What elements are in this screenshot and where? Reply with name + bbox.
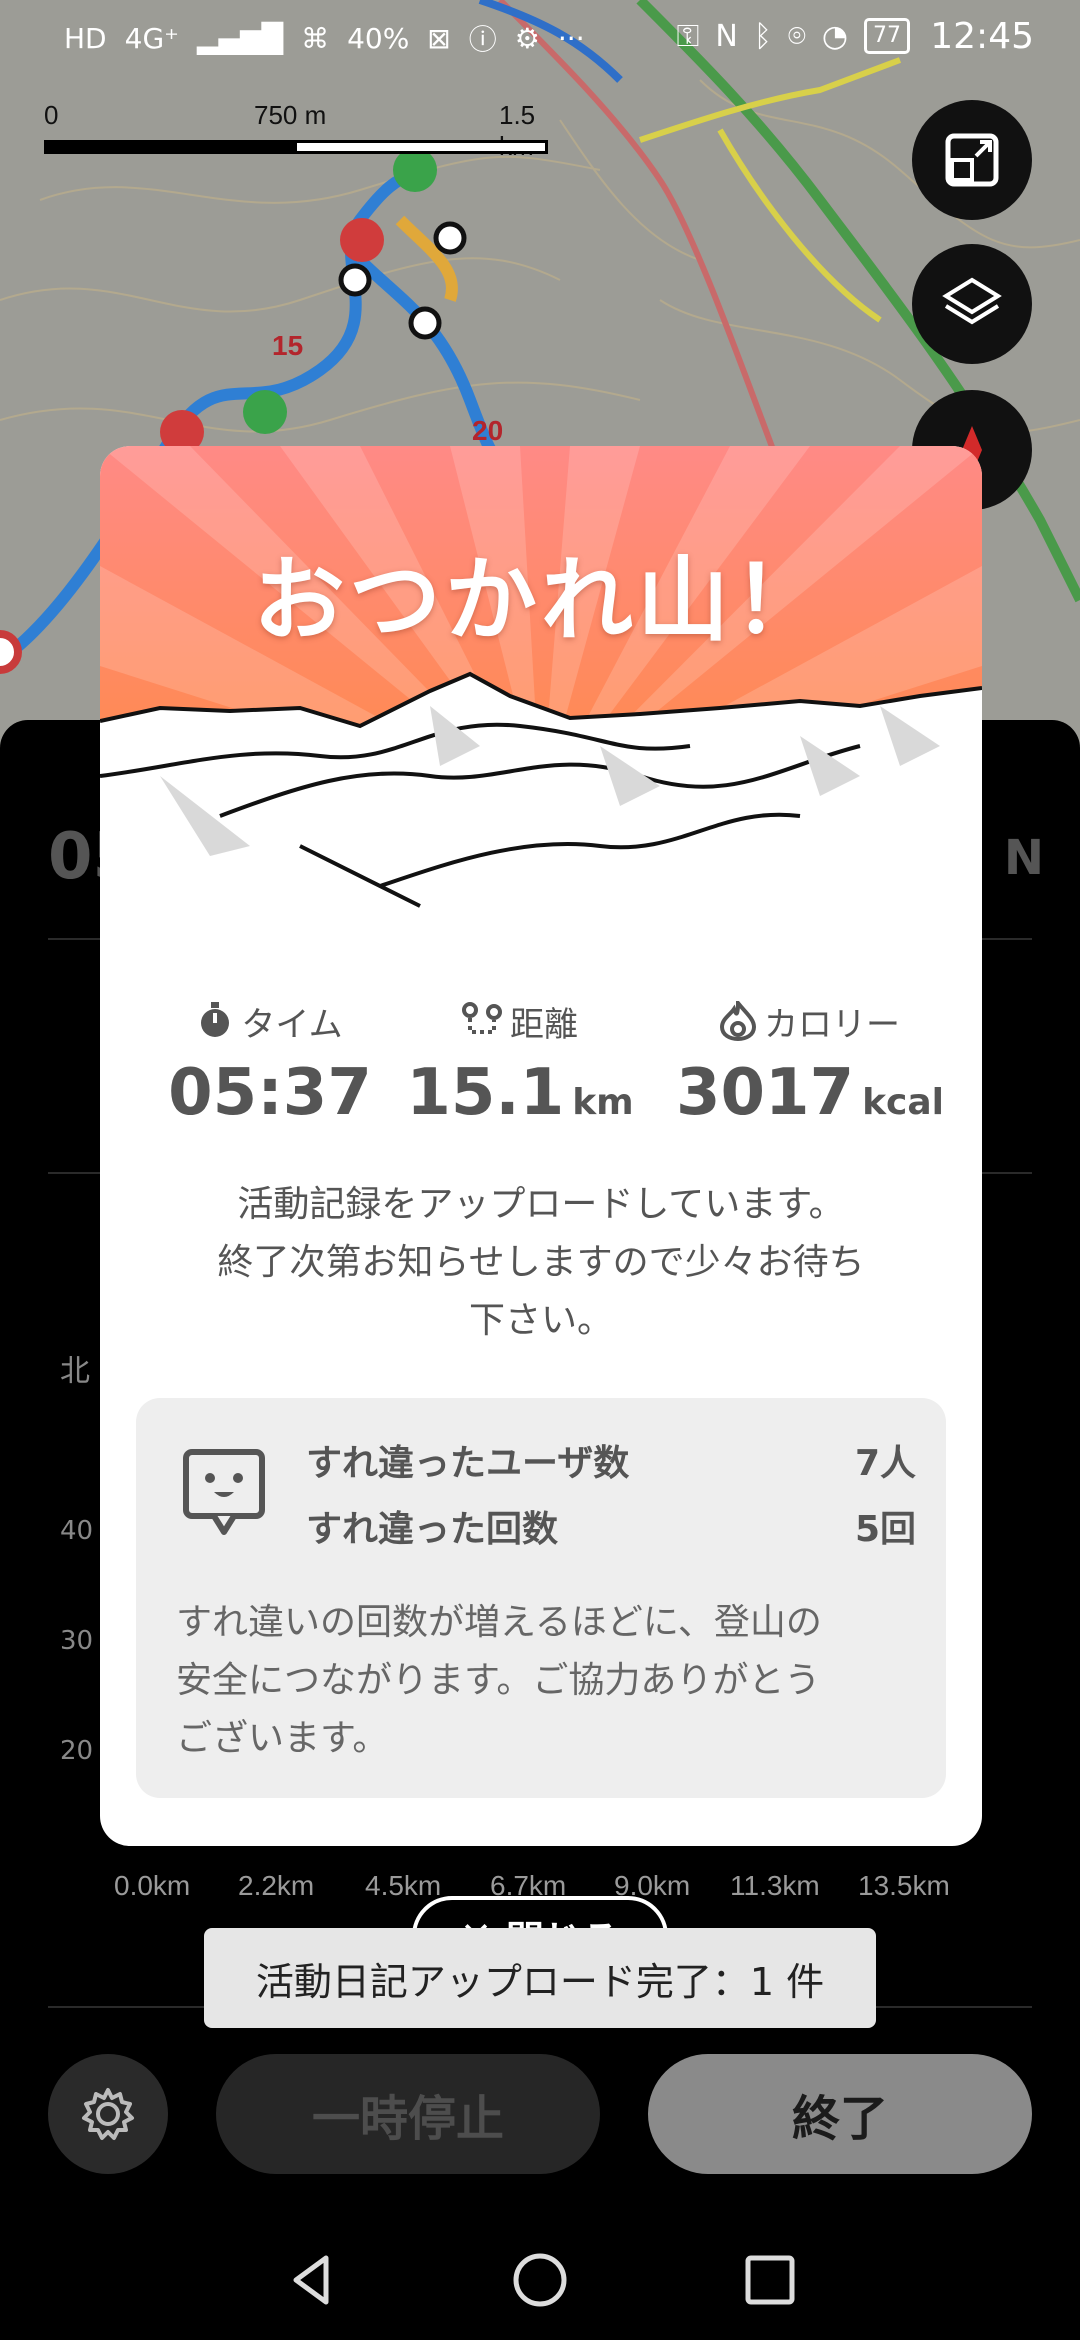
stat-distance-value-row: 15.1 km [400, 1056, 640, 1130]
status-right-icons: ⚿ N ᛒ ⌾ ◔ 77 [677, 18, 910, 54]
gear-icon [82, 2088, 134, 2140]
location-icon: ⌾ [787, 18, 806, 54]
route-distance-icon [462, 1002, 502, 1034]
upload-complete-toast: 活動日記アップロード完了：1 件 [204, 1928, 876, 2028]
signal-icon: ▂▄▆█ [196, 21, 284, 55]
activity-stats: タイム 05:37 距離 15.1 km カロリー 3017 kcal [100, 996, 982, 1146]
stat-time-value: 05:37 [168, 1056, 372, 1130]
home-icon[interactable] [510, 2250, 570, 2310]
hero-banner: おつかれ山！ [100, 446, 982, 956]
passed-count-row: すれ違った回数 5回 [306, 1500, 916, 1552]
weather-icon: 40% [347, 21, 410, 55]
settings-button[interactable] [48, 2054, 168, 2174]
command-icon: ⌘ [301, 21, 330, 55]
layers-icon [942, 277, 1002, 325]
recents-icon[interactable] [740, 2250, 800, 2310]
network-icon: 4G⁺ [124, 21, 179, 55]
stat-distance: 距離 15.1 km [400, 996, 640, 1130]
map-scale-bar: 0 750 m 1.5 km [44, 100, 564, 162]
stat-calories: カロリー 3017 kcal [660, 996, 960, 1130]
passed-count-label: すれ違った回数 [306, 1509, 559, 1550]
stat-time-label: タイム [241, 1004, 343, 1045]
stat-time: タイム 05:37 [150, 996, 390, 1130]
notification-icon: ⊠ [427, 21, 451, 55]
nfc-icon: N [715, 18, 738, 54]
x-tick: 4.5km [365, 1870, 442, 1901]
fit-route-icon [945, 133, 999, 187]
status-bar: HD 4G⁺ ▂▄▆█ ⌘ 40% ⊠ ⓘ ⚙ ··· ⚿ N ᛒ ⌾ ◔ 77… [0, 0, 1080, 76]
passing-note-line: 安全につながります。ご協力ありがとう [176, 1660, 821, 1701]
stat-calories-label: カロリー [764, 1004, 900, 1045]
app-icon: ⚙ [514, 21, 540, 55]
svg-text:20: 20 [472, 415, 503, 446]
scale-label-zero: 0 [44, 100, 59, 130]
map-layers-button[interactable] [912, 244, 1032, 364]
key-icon: ⚿ [676, 18, 700, 54]
navigation-bar [0, 2220, 1080, 2340]
stat-calories-unit: kcal [862, 1082, 945, 1123]
x-tick: 13.5km [858, 1870, 950, 1901]
passed-users-label: すれ違ったユーザ数 [306, 1443, 630, 1484]
passing-users-box: すれ違ったユーザ数 7人 すれ違った回数 5回 すれ違いの回数が増えるほどに、登… [136, 1398, 946, 1798]
upload-message-line: 下さい。 [468, 1300, 613, 1341]
clock: 12:45 [930, 16, 1034, 57]
bluetooth-icon: ᛒ [753, 18, 772, 54]
more-icon: ··· [557, 21, 585, 55]
upload-message-line: 活動記録をアップロードしています。 [237, 1184, 845, 1225]
svg-text:15: 15 [272, 330, 303, 361]
x-tick: 11.3km [730, 1870, 820, 1901]
scale-label-mid: 750 m [254, 100, 327, 130]
passed-users-value: 7人 [854, 1443, 916, 1484]
y-tick-20: 20 [60, 1736, 94, 1766]
passing-device-icon [183, 1449, 265, 1535]
y-tick-40: 40 [60, 1516, 94, 1546]
completion-dialog: おつかれ山！ タイム 05:37 距離 15.1 km カロリー 3017 kc… [100, 446, 982, 1846]
passing-note-line: すれ違いの回数が増えるほどに、登山の [176, 1602, 822, 1643]
dialog-title: おつかれ山！ [252, 547, 829, 654]
passed-count-value: 5回 [854, 1509, 916, 1550]
stopwatch-icon [201, 1002, 230, 1037]
north-indicator: N [1003, 830, 1044, 886]
fit-route-button[interactable] [912, 100, 1032, 220]
battery-icon: 77 [864, 18, 910, 54]
stat-distance-unit: km [572, 1082, 634, 1123]
direction-label: 北 [60, 1354, 90, 1389]
hd-icon: HD [64, 21, 107, 55]
stat-distance-value: 15.1 [406, 1056, 565, 1130]
x-tick: 2.2km [238, 1870, 315, 1901]
info-icon: ⓘ [468, 23, 497, 56]
upload-message-line: 終了次第お知らせしますので少々お待ち [217, 1242, 865, 1283]
stat-calories-value: 3017 [675, 1056, 855, 1130]
end-button[interactable]: 終了 [648, 2054, 1032, 2174]
stat-distance-label: 距離 [510, 1004, 578, 1045]
pause-button[interactable]: 一時停止 [216, 2054, 600, 2174]
speed-icon: ◔ [821, 18, 848, 54]
status-left-icons: HD 4G⁺ ▂▄▆█ ⌘ 40% ⊠ ⓘ ⚙ ··· [64, 18, 585, 58]
back-icon[interactable] [282, 2250, 342, 2310]
y-tick-30: 30 [60, 1626, 94, 1656]
passing-note-line: ございます。 [176, 1718, 389, 1759]
flame-icon [720, 1001, 756, 1041]
passed-users-row: すれ違ったユーザ数 7人 [306, 1434, 916, 1486]
passing-note: すれ違いの回数が増えるほどに、登山の 安全につながります。ご協力ありがとう ござ… [176, 1594, 916, 1768]
x-tick: 0.0km [114, 1870, 191, 1901]
stat-calories-value-row: 3017 kcal [660, 1056, 960, 1130]
upload-status-message: 活動記録をアップロードしています。 終了次第お知らせしますので少々お待ち 下さい… [140, 1176, 942, 1350]
activity-controls: 一時停止 終了 [0, 2054, 1080, 2174]
